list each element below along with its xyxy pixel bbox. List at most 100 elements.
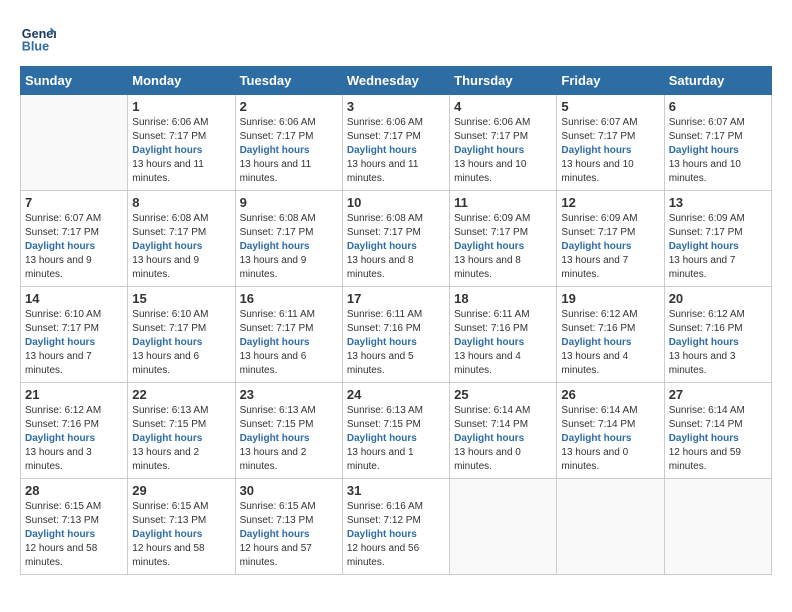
- daylight-label: Daylight hours: [240, 337, 310, 348]
- daylight-label: Daylight hours: [347, 433, 417, 444]
- day-info: Sunrise: 6:07 AMSunset: 7:17 PMDaylight …: [669, 116, 767, 186]
- calendar-cell: 26Sunrise: 6:14 AMSunset: 7:14 PMDayligh…: [557, 383, 664, 479]
- day-number: 3: [347, 99, 445, 114]
- daylight-label: Daylight hours: [25, 337, 95, 348]
- daylight-label: Daylight hours: [240, 145, 310, 156]
- day-info: Sunrise: 6:12 AMSunset: 7:16 PMDaylight …: [669, 308, 767, 378]
- day-number: 13: [669, 195, 767, 210]
- day-number: 16: [240, 291, 338, 306]
- calendar-cell: [21, 95, 128, 191]
- calendar-cell: 3 Sunrise: 6:06 AMSunset: 7:17 PMDaylight…: [342, 95, 449, 191]
- day-number: 28: [25, 483, 123, 498]
- daylight-label: Daylight hours: [25, 433, 95, 444]
- daylight-label: Daylight hours: [132, 337, 202, 348]
- calendar-cell: 18 Sunrise: 6:11 AMSunset: 7:16 PMDayligh…: [450, 287, 557, 383]
- calendar-week-5: 28 Sunrise: 6:15 AMSunset: 7:13 PMDayligh…: [21, 479, 772, 575]
- day-number: 9: [240, 195, 338, 210]
- day-info: Sunrise: 6:06 AMSunset: 7:17 PMDaylight …: [347, 116, 445, 186]
- column-header-sunday: Sunday: [21, 67, 128, 95]
- daylight-label: Daylight hours: [561, 433, 631, 444]
- day-info: Sunrise: 6:14 AMSunset: 7:14 PMDaylight …: [454, 404, 552, 474]
- day-number: 4: [454, 99, 552, 114]
- daylight-label: Daylight hours: [454, 145, 524, 156]
- day-info: Sunrise: 6:06 AMSunset: 7:17 PMDaylight …: [454, 116, 552, 186]
- day-info: Sunrise: 6:12 AMSunset: 7:16 PMDaylight …: [25, 404, 123, 474]
- daylight-label: Daylight hours: [561, 241, 631, 252]
- calendar-cell: 30Sunrise: 6:15 AMSunset: 7:13 PMDayligh…: [235, 479, 342, 575]
- day-info: Sunrise: 6:13 AMSunset: 7:15 PMDaylight …: [240, 404, 338, 474]
- calendar-cell: 27 Sunrise: 6:14 AMSunset: 7:14 PMDayligh…: [664, 383, 771, 479]
- calendar-cell: 17Sunrise: 6:11 AMSunset: 7:16 PMDayligh…: [342, 287, 449, 383]
- calendar-week-2: 7Sunrise: 6:07 AMSunset: 7:17 PMDaylight…: [21, 191, 772, 287]
- calendar-cell: 21Sunrise: 6:12 AMSunset: 7:16 PMDayligh…: [21, 383, 128, 479]
- day-info: Sunrise: 6:06 AMSunset: 7:17 PMDaylight …: [240, 116, 338, 186]
- calendar-cell: 15Sunrise: 6:10 AMSunset: 7:17 PMDayligh…: [128, 287, 235, 383]
- daylight-label: Daylight hours: [347, 529, 417, 540]
- day-info: Sunrise: 6:14 AMSunset: 7:14 PMDaylight …: [669, 404, 767, 474]
- day-number: 27: [669, 387, 767, 402]
- day-info: Sunrise: 6:14 AMSunset: 7:14 PMDaylight …: [561, 404, 659, 474]
- daylight-label: Daylight hours: [240, 433, 310, 444]
- day-number: 20: [669, 291, 767, 306]
- calendar-week-4: 21Sunrise: 6:12 AMSunset: 7:16 PMDayligh…: [21, 383, 772, 479]
- day-info: Sunrise: 6:08 AMSunset: 7:17 PMDaylight …: [240, 212, 338, 282]
- calendar-cell: 2 Sunrise: 6:06 AMSunset: 7:17 PMDaylight…: [235, 95, 342, 191]
- column-header-monday: Monday: [128, 67, 235, 95]
- calendar-header-row: SundayMondayTuesdayWednesdayThursdayFrid…: [21, 67, 772, 95]
- calendar-cell: [557, 479, 664, 575]
- day-number: 15: [132, 291, 230, 306]
- day-info: Sunrise: 6:09 AMSunset: 7:17 PMDaylight …: [561, 212, 659, 282]
- day-info: Sunrise: 6:10 AMSunset: 7:17 PMDaylight …: [25, 308, 123, 378]
- calendar-cell: 19Sunrise: 6:12 AMSunset: 7:16 PMDayligh…: [557, 287, 664, 383]
- calendar-cell: 8Sunrise: 6:08 AMSunset: 7:17 PMDaylight…: [128, 191, 235, 287]
- day-info: Sunrise: 6:15 AMSunset: 7:13 PMDaylight …: [240, 500, 338, 570]
- day-number: 10: [347, 195, 445, 210]
- day-number: 6: [669, 99, 767, 114]
- day-info: Sunrise: 6:16 AMSunset: 7:12 PMDaylight …: [347, 500, 445, 570]
- calendar-cell: 13Sunrise: 6:09 AMSunset: 7:17 PMDayligh…: [664, 191, 771, 287]
- daylight-label: Daylight hours: [25, 529, 95, 540]
- calendar-cell: 24Sunrise: 6:13 AMSunset: 7:15 PMDayligh…: [342, 383, 449, 479]
- day-info: Sunrise: 6:09 AMSunset: 7:17 PMDaylight …: [454, 212, 552, 282]
- calendar-cell: 1Sunrise: 6:06 AMSunset: 7:17 PMDaylight…: [128, 95, 235, 191]
- calendar-table: SundayMondayTuesdayWednesdayThursdayFrid…: [20, 66, 772, 575]
- svg-text:Blue: Blue: [22, 40, 49, 54]
- column-header-tuesday: Tuesday: [235, 67, 342, 95]
- day-info: Sunrise: 6:07 AMSunset: 7:17 PMDaylight …: [25, 212, 123, 282]
- calendar-cell: 31Sunrise: 6:16 AMSunset: 7:12 PMDayligh…: [342, 479, 449, 575]
- logo: General Blue: [20, 20, 60, 56]
- column-header-friday: Friday: [557, 67, 664, 95]
- day-info: Sunrise: 6:08 AMSunset: 7:17 PMDaylight …: [132, 212, 230, 282]
- daylight-label: Daylight hours: [669, 337, 739, 348]
- page-header: General Blue: [20, 20, 772, 56]
- calendar-cell: 29Sunrise: 6:15 AMSunset: 7:13 PMDayligh…: [128, 479, 235, 575]
- day-number: 19: [561, 291, 659, 306]
- calendar-cell: 20 Sunrise: 6:12 AMSunset: 7:16 PMDayligh…: [664, 287, 771, 383]
- column-header-saturday: Saturday: [664, 67, 771, 95]
- day-number: 12: [561, 195, 659, 210]
- day-number: 1: [132, 99, 230, 114]
- day-info: Sunrise: 6:08 AMSunset: 7:17 PMDaylight …: [347, 212, 445, 282]
- calendar-cell: 22Sunrise: 6:13 AMSunset: 7:15 PMDayligh…: [128, 383, 235, 479]
- calendar-cell: 14Sunrise: 6:10 AMSunset: 7:17 PMDayligh…: [21, 287, 128, 383]
- calendar-cell: 11 Sunrise: 6:09 AMSunset: 7:17 PMDayligh…: [450, 191, 557, 287]
- daylight-label: Daylight hours: [132, 433, 202, 444]
- calendar-cell: 4 Sunrise: 6:06 AMSunset: 7:17 PMDaylight…: [450, 95, 557, 191]
- calendar-cell: [450, 479, 557, 575]
- daylight-label: Daylight hours: [561, 337, 631, 348]
- daylight-label: Daylight hours: [132, 529, 202, 540]
- daylight-label: Daylight hours: [669, 433, 739, 444]
- day-number: 18: [454, 291, 552, 306]
- calendar-week-1: 1 Sunrise: 6:06 AMSunset: 7:17 PMDaylight…: [21, 95, 772, 191]
- day-info: Sunrise: 6:07 AMSunset: 7:17 PMDaylight …: [561, 116, 659, 186]
- day-info: Sunrise: 6:15 AMSunset: 7:13 PMDaylight …: [132, 500, 230, 570]
- calendar-cell: 10 Sunrise: 6:08 AMSunset: 7:17 PMDayligh…: [342, 191, 449, 287]
- day-number: 2: [240, 99, 338, 114]
- daylight-label: Daylight hours: [561, 145, 631, 156]
- daylight-label: Daylight hours: [240, 241, 310, 252]
- day-info: Sunrise: 6:13 AMSunset: 7:15 PMDaylight …: [132, 404, 230, 474]
- day-number: 11: [454, 195, 552, 210]
- daylight-label: Daylight hours: [454, 433, 524, 444]
- day-number: 5: [561, 99, 659, 114]
- day-info: Sunrise: 6:11 AMSunset: 7:16 PMDaylight …: [454, 308, 552, 378]
